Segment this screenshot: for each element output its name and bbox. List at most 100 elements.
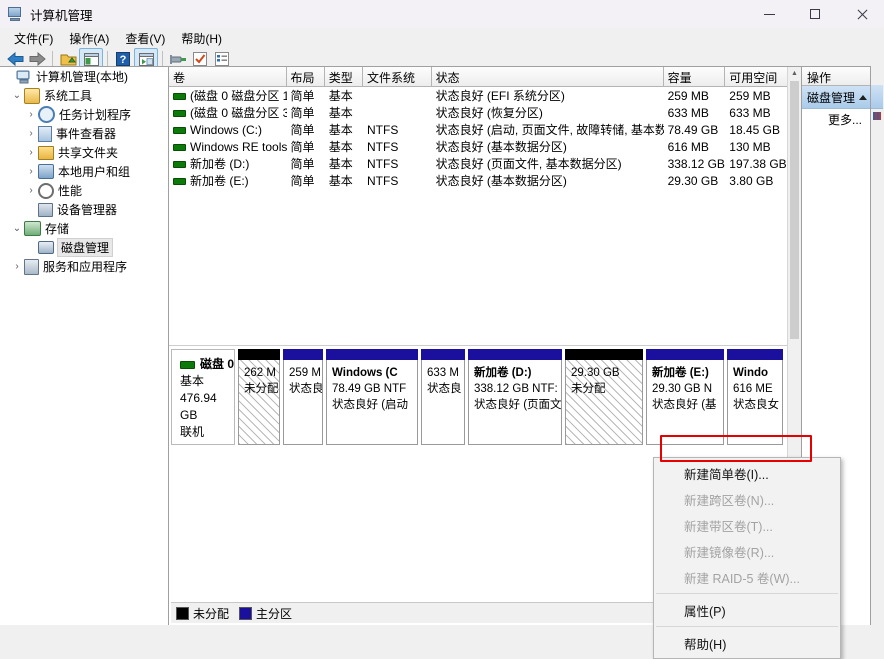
table-row[interactable]: Windows RE tools 简单 基本 NTFS 状态良好 (基本数据分区… — [169, 138, 788, 155]
cell-layout: 简单 — [287, 121, 325, 138]
sidebar-item-disk-management[interactable]: 磁盘管理 — [0, 238, 168, 257]
disk-info-panel[interactable]: 磁盘 0 基本 476.94 GB 联机 — [171, 349, 235, 445]
partition-5-unallocated[interactable]: 29.30 GB 未分配 — [565, 349, 643, 445]
chevron-right-icon[interactable]: › — [10, 261, 24, 272]
context-menu-item-properties[interactable]: 属性(P) — [654, 597, 840, 623]
partition-6[interactable]: 新加卷 (E:) 29.30 GB N 状态良好 (基 — [646, 349, 724, 445]
menu-file[interactable]: 文件(F) — [6, 28, 61, 49]
cell-volume: 新加卷 (D:) — [190, 157, 249, 171]
disk-size: 476.94 GB — [180, 390, 234, 424]
column-header-volume[interactable]: 卷 — [169, 67, 287, 86]
disk-type: 基本 — [180, 373, 234, 390]
context-menu-separator — [656, 593, 838, 594]
chevron-right-icon[interactable]: › — [24, 185, 38, 196]
table-row[interactable]: (磁盘 0 磁盘分区 1) 简单 基本 状态良好 (EFI 系统分区) 259 … — [169, 87, 788, 104]
chevron-right-icon[interactable]: › — [24, 109, 38, 120]
chevron-right-icon[interactable]: › — [24, 147, 38, 158]
disk-management-icon — [38, 241, 54, 254]
partition-status: 未分配 — [571, 381, 638, 397]
partition-cap — [238, 349, 280, 360]
cell-layout: 简单 — [287, 87, 325, 104]
sidebar-item-device-manager[interactable]: 设备管理器 — [0, 200, 168, 219]
chevron-down-icon[interactable]: ⌄ — [10, 90, 24, 101]
legend-label: 主分区 — [256, 605, 292, 622]
sidebar-item-local-users-groups[interactable]: › 本地用户和组 — [0, 162, 168, 181]
menu-view[interactable]: 查看(V) — [117, 28, 173, 49]
tree-node-root[interactable]: 计算机管理(本地) — [0, 67, 168, 86]
sidebar-item-shared-folders[interactable]: › 共享文件夹 — [0, 143, 168, 162]
performance-icon — [38, 183, 54, 199]
partition-0[interactable]: 262 M 未分配 — [238, 349, 280, 445]
partition-4[interactable]: 新加卷 (D:) 338.12 GB NTF: 状态良好 (页面文 — [468, 349, 562, 445]
chevron-right-icon[interactable]: › — [24, 166, 38, 177]
context-menu-item-new-mirrored-volume: 新建镜像卷(R)... — [654, 538, 840, 564]
partition-size: 29.30 GB — [571, 365, 638, 381]
sidebar-item-storage[interactable]: ⌄ 存储 — [0, 219, 168, 238]
menu-action[interactable]: 操作(A) — [61, 28, 117, 49]
cell-status: 状态良好 (基本数据分区) — [432, 172, 664, 189]
chevron-up-icon[interactable] — [859, 95, 867, 100]
partition-7[interactable]: Windo 616 ME 状态良女 — [727, 349, 783, 445]
context-menu-item-new-simple-volume[interactable]: 新建简单卷(I)... — [654, 460, 840, 486]
volume-icon — [173, 144, 186, 151]
actions-item-more[interactable]: 更多... — [802, 109, 870, 129]
column-header-layout[interactable]: 布局 — [287, 67, 325, 86]
context-menu-separator — [656, 626, 838, 627]
svg-text:?: ? — [120, 54, 127, 66]
partition-1[interactable]: 259 M 状态良 — [283, 349, 323, 445]
partition-2[interactable]: Windows (C 78.49 GB NTF 状态良好 (启动 — [326, 349, 418, 445]
sidebar-item-performance[interactable]: › 性能 — [0, 181, 168, 200]
actions-group-disk-management[interactable]: 磁盘管理 — [802, 86, 870, 109]
sidebar-item-label: 任务计划程序 — [59, 106, 131, 123]
disk-state: 联机 — [180, 424, 234, 441]
column-header-filesystem[interactable]: 文件系统 — [363, 67, 432, 86]
toolbar-separator — [162, 51, 163, 67]
scrollbar-thumb[interactable] — [790, 81, 799, 339]
scroll-up-icon[interactable]: ▲ — [788, 67, 801, 80]
actions-pane-collapse-handle[interactable] — [871, 85, 883, 109]
sidebar-item-system-tools[interactable]: ⌄ 系统工具 — [0, 86, 168, 105]
close-button[interactable] — [838, 0, 884, 28]
column-header-type[interactable]: 类型 — [325, 67, 363, 86]
partition-status: 状态良女 — [733, 397, 778, 413]
disk-icon — [180, 361, 195, 369]
sidebar-item-event-viewer[interactable]: › 事件查看器 — [0, 124, 168, 143]
sidebar-item-services-applications[interactable]: › 服务和应用程序 — [0, 257, 168, 276]
sidebar-item-task-scheduler[interactable]: › 任务计划程序 — [0, 105, 168, 124]
table-row[interactable]: (磁盘 0 磁盘分区 3) 简单 基本 状态良好 (恢复分区) 633 MB 6… — [169, 104, 788, 121]
minimize-button[interactable] — [746, 0, 792, 28]
table-row[interactable]: Windows (C:) 简单 基本 NTFS 状态良好 (启动, 页面文件, … — [169, 121, 788, 138]
cell-freespace: 197.38 GB — [725, 157, 788, 171]
volume-icon — [173, 93, 186, 100]
cell-capacity: 338.12 GB — [664, 157, 726, 171]
partition-title: Windo — [733, 365, 778, 381]
chevron-down-icon[interactable]: ⌄ — [10, 223, 24, 234]
cell-capacity: 616 MB — [664, 140, 726, 154]
column-header-capacity[interactable]: 容量 — [664, 67, 726, 86]
column-header-status[interactable]: 状态 — [432, 67, 664, 86]
computer-icon — [16, 69, 32, 85]
partition-3[interactable]: 633 M 状态良 — [421, 349, 465, 445]
cell-filesystem: NTFS — [363, 140, 432, 154]
partition-size: 78.49 GB NTF — [332, 381, 413, 397]
sidebar-item-label: 系统工具 — [44, 87, 92, 104]
partition-cap — [326, 349, 418, 360]
chevron-right-icon[interactable]: › — [24, 128, 38, 139]
cell-volume: (磁盘 0 磁盘分区 1) — [190, 89, 287, 103]
partition-cap — [468, 349, 562, 360]
sidebar-item-label: 性能 — [58, 182, 82, 199]
menu-help[interactable]: 帮助(H) — [173, 28, 230, 49]
context-menu-item-help[interactable]: 帮助(H) — [654, 630, 840, 656]
partition-title: 新加卷 (E:) — [652, 365, 719, 381]
maximize-button[interactable] — [792, 0, 838, 28]
disk-row-0: 磁盘 0 基本 476.94 GB 联机 262 M 未分配 — [171, 349, 786, 445]
cell-status: 状态良好 (EFI 系统分区) — [432, 87, 664, 104]
table-row[interactable]: 新加卷 (E:) 简单 基本 NTFS 状态良好 (基本数据分区) 29.30 … — [169, 172, 788, 189]
partition-status: 状态良 — [289, 381, 318, 397]
computer-management-icon — [7, 6, 23, 22]
table-row[interactable]: 新加卷 (D:) 简单 基本 NTFS 状态良好 (页面文件, 基本数据分区) … — [169, 155, 788, 172]
cell-type: 基本 — [325, 155, 363, 172]
context-menu: 新建简单卷(I)... 新建跨区卷(N)... 新建带区卷(T)... 新建镜像… — [653, 457, 841, 659]
cell-type: 基本 — [325, 87, 363, 104]
column-header-freespace[interactable]: 可用空间 — [725, 67, 788, 86]
